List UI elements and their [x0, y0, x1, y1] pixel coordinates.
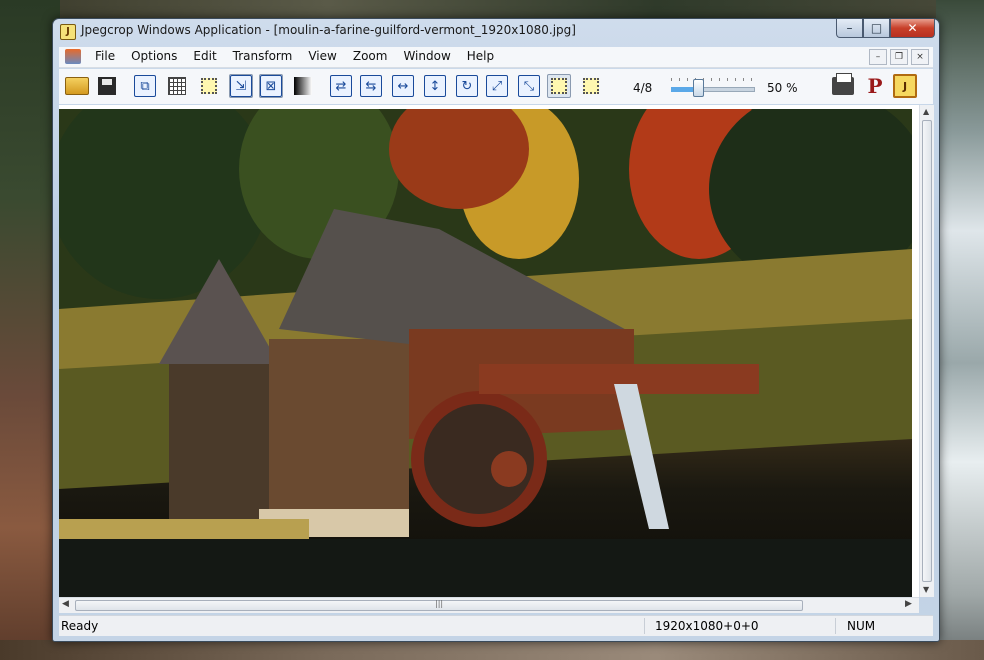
scroll-right-icon[interactable]: ▶: [905, 599, 912, 609]
desktop-background-bottom: [0, 640, 984, 660]
open-folder-button[interactable]: [65, 74, 89, 98]
menu-zoom[interactable]: Zoom: [345, 49, 396, 63]
p-button[interactable]: P: [863, 74, 887, 98]
resize-icon: ⇲: [230, 75, 252, 97]
desktop-background-left: [0, 0, 60, 660]
rotate-icon: ↻: [456, 75, 478, 97]
status-divider: [644, 618, 645, 634]
zoom-percent: 50 %: [767, 81, 798, 95]
select-area-button[interactable]: [579, 74, 603, 98]
grayscale-button[interactable]: [291, 74, 315, 98]
jpegcrop-window: J Jpegcrop Windows Application - [moulin…: [52, 18, 940, 642]
toolbar: ⧉ ⇲ ⊠ ⇄ ⇆ ↔ ↕ ↻ ⤢ ⤡ 4/8 50 % P J: [59, 69, 933, 104]
crop-frame-icon: [201, 78, 217, 94]
title-bar[interactable]: J Jpegcrop Windows Application - [moulin…: [53, 19, 939, 43]
select-frame-button[interactable]: [547, 74, 571, 98]
transform-a-icon: ⇄: [330, 75, 352, 97]
transform-b-icon: ⇆: [360, 75, 382, 97]
jpegcrop-app-icon[interactable]: J: [60, 24, 76, 40]
select-area-icon: [583, 78, 599, 94]
transverse-icon: ⤡: [518, 75, 540, 97]
p-icon: P: [867, 74, 883, 98]
mdi-child-buttons: – ❐ ×: [869, 49, 929, 65]
caption-buttons: – □ ✕: [836, 19, 935, 38]
close-button[interactable]: ✕: [890, 19, 935, 38]
window-title: Jpegcrop Windows Application - [moulin-a…: [81, 23, 576, 37]
scroll-up-icon[interactable]: ▲: [923, 107, 929, 116]
vertical-scroll-thumb[interactable]: [922, 120, 932, 582]
select-frame-icon: [551, 78, 567, 94]
scroll-grip-icon: |||: [435, 599, 444, 608]
flip-vertical-icon: ↕: [424, 75, 446, 97]
status-ready: Ready: [61, 619, 99, 633]
grid-icon: [168, 77, 186, 95]
zoom-slider-thumb[interactable]: [693, 79, 704, 97]
mdi-restore-button[interactable]: ❐: [890, 49, 908, 65]
flip-vertical-button[interactable]: ↕: [423, 74, 447, 98]
grid-button[interactable]: [165, 74, 189, 98]
copy-icon: ⧉: [134, 75, 156, 97]
image-canvas[interactable]: [59, 105, 919, 597]
jpegcrop-icon: J: [893, 74, 917, 98]
desktop-waterfall-background: [936, 0, 984, 660]
crop-fit-button[interactable]: ⊠: [259, 74, 283, 98]
scroll-down-icon[interactable]: ▼: [923, 585, 929, 594]
transverse-button[interactable]: ⤡: [517, 74, 541, 98]
crop-resize-button[interactable]: ⇲: [229, 74, 253, 98]
zoom-slider[interactable]: [671, 78, 755, 97]
printer-icon: [832, 73, 854, 95]
transpose-icon: ⤢: [486, 75, 508, 97]
folder-icon: [65, 77, 89, 95]
menu-bar: File Options Edit Transform View Zoom Wi…: [59, 47, 933, 68]
transpose-button[interactable]: ⤢: [485, 74, 509, 98]
scroll-left-icon[interactable]: ◀: [62, 599, 69, 609]
menu-items: File Options Edit Transform View Zoom Wi…: [87, 49, 502, 63]
menu-edit[interactable]: Edit: [185, 49, 224, 63]
save-icon: [98, 77, 116, 95]
menu-view[interactable]: View: [300, 49, 344, 63]
transform-a-button[interactable]: ⇄: [329, 74, 353, 98]
status-bar: Ready 1920x1080+0+0 NUM: [59, 615, 933, 636]
copy-button[interactable]: ⧉: [133, 74, 157, 98]
vertical-scrollbar[interactable]: ▲ ▼: [919, 105, 934, 597]
menu-transform[interactable]: Transform: [225, 49, 301, 63]
status-divider: [835, 618, 836, 634]
status-dimensions: 1920x1080+0+0: [655, 619, 759, 633]
crop-frame-button[interactable]: [197, 74, 221, 98]
rotate-button[interactable]: ↻: [455, 74, 479, 98]
photo-art: [59, 109, 912, 597]
zoom-slider-ticks: [671, 78, 753, 81]
save-button[interactable]: [95, 74, 119, 98]
flip-horizontal-icon: ↔: [392, 75, 414, 97]
grayscale-icon: [294, 77, 312, 95]
photo-image: [59, 109, 912, 597]
transform-b-button[interactable]: ⇆: [359, 74, 383, 98]
fit-icon: ⊠: [260, 75, 282, 97]
menu-window[interactable]: Window: [395, 49, 458, 63]
menu-file[interactable]: File: [87, 49, 123, 63]
jpegcrop-info-button[interactable]: J: [893, 74, 917, 98]
document-icon[interactable]: [65, 49, 81, 64]
page-indicator: 4/8: [633, 81, 653, 95]
status-num-lock: NUM: [847, 619, 876, 633]
print-button[interactable]: [831, 73, 855, 98]
minimize-button[interactable]: –: [836, 19, 863, 38]
horizontal-scrollbar[interactable]: ◀ ||| ▶: [59, 597, 919, 613]
mdi-close-button[interactable]: ×: [911, 49, 929, 65]
flip-horizontal-button[interactable]: ↔: [391, 74, 415, 98]
maximize-button[interactable]: □: [863, 19, 890, 38]
menu-help[interactable]: Help: [459, 49, 502, 63]
mdi-minimize-button[interactable]: –: [869, 49, 887, 65]
menu-options[interactable]: Options: [123, 49, 185, 63]
